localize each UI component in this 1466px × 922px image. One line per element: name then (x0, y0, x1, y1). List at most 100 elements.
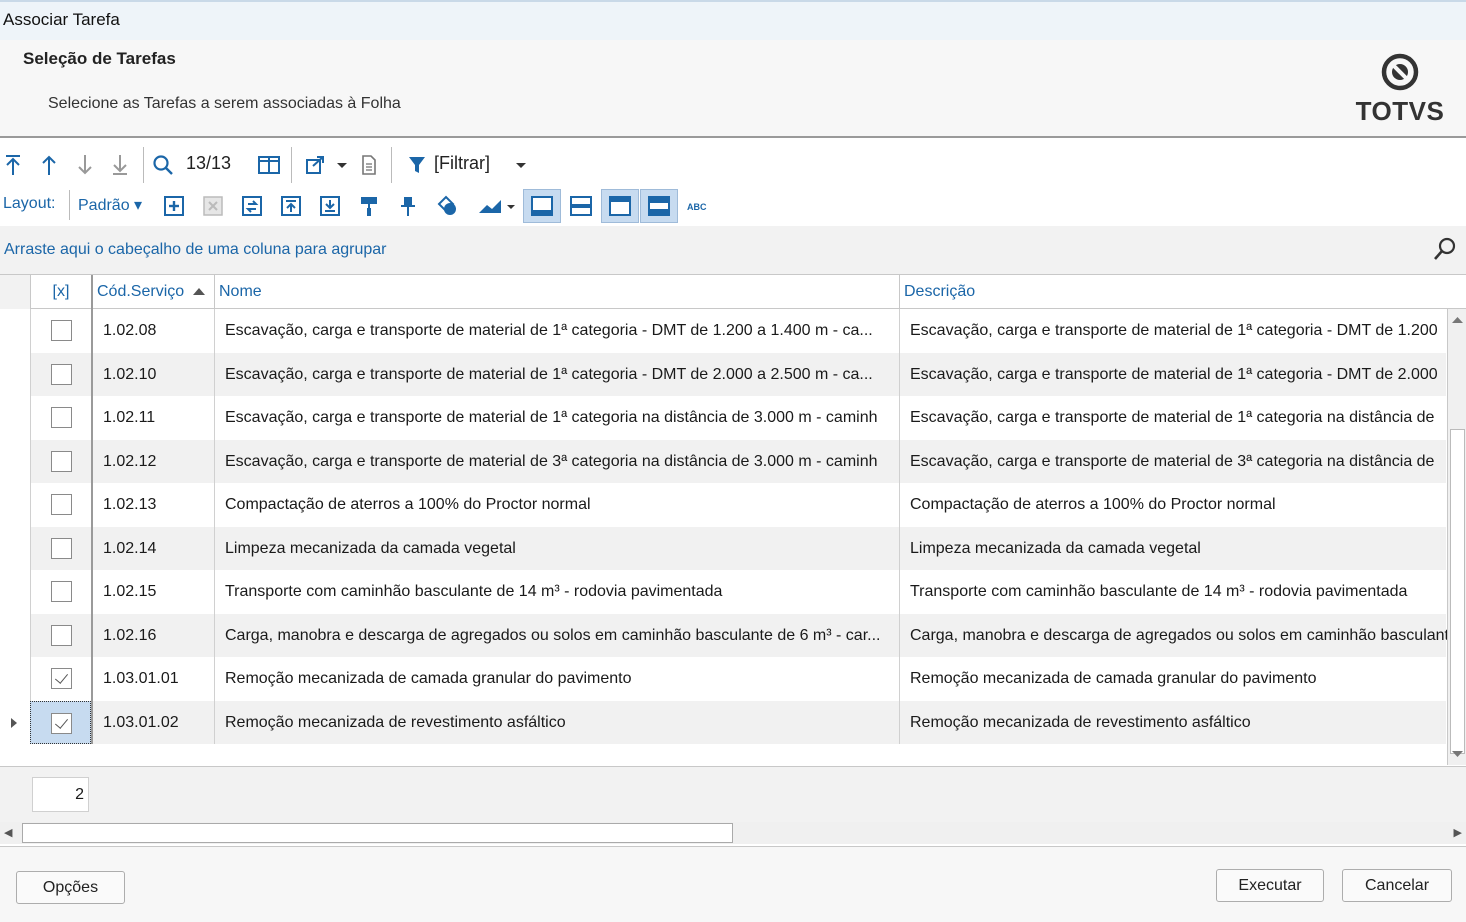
toolbar-divider (143, 147, 144, 183)
row-indicator (0, 396, 30, 440)
table-row[interactable]: 1.02.08 Escavação, carga e transporte de … (0, 309, 1446, 353)
search-icon[interactable] (150, 148, 176, 182)
row-select-cell[interactable] (30, 700, 91, 744)
table-row[interactable]: 1.02.12 Escavação, carga e transporte de … (0, 439, 1446, 483)
table-row[interactable]: 1.02.16 Carga, manobra e descarga de agre… (0, 613, 1447, 657)
row-checkbox[interactable] (51, 537, 72, 559)
row-checkbox[interactable] (51, 668, 72, 689)
previous-record-icon[interactable] (38, 148, 60, 182)
vertical-scrollbar[interactable] (1447, 309, 1466, 765)
move-up-icon[interactable] (276, 189, 306, 223)
row-select-cell[interactable] (30, 570, 91, 614)
row-select-cell[interactable] (30, 483, 91, 527)
grid-header: [x] Cód.Serviço Nome Descrição (0, 275, 1466, 309)
row-checkbox[interactable] (51, 363, 72, 385)
filter-button[interactable]: [Filtrar] (434, 153, 490, 174)
column-header-check[interactable]: [x] (30, 275, 91, 309)
chart-dropdown-icon[interactable] (476, 189, 518, 223)
toolbar-divider (69, 190, 70, 220)
cell-description: Escavação, carga e transporte de materia… (899, 396, 1447, 440)
cell-code: 1.02.10 (91, 352, 214, 396)
tasks-grid: [x] Cód.Serviço Nome Descrição 1.02.08 Es… (0, 274, 1466, 766)
row-select-cell[interactable] (30, 439, 91, 483)
row-indicator (0, 657, 30, 701)
row-indicator (0, 309, 30, 353)
column-header-code[interactable]: Cód.Serviço (91, 275, 214, 309)
layout-middle-toggle[interactable] (562, 189, 600, 223)
last-record-icon[interactable] (109, 148, 131, 182)
first-record-icon[interactable] (2, 148, 24, 182)
row-indicator (0, 700, 30, 744)
cell-description: Remoção mecanizada de revestimento asfál… (899, 700, 1447, 744)
layout-select[interactable]: Padrão ▾ (78, 195, 142, 215)
cell-name: Carga, manobra e descarga de agregados o… (214, 613, 899, 657)
horizontal-scrollbar[interactable]: ◀ ▶ (0, 822, 1466, 844)
row-checkbox[interactable] (51, 450, 72, 472)
row-select-cell[interactable] (30, 526, 91, 570)
layout-top-toggle[interactable] (601, 189, 639, 223)
export-dropdown-icon[interactable] (302, 148, 350, 182)
group-by-panel[interactable]: Arraste aqui o cabeçalho de uma coluna p… (0, 226, 1466, 274)
window-title: Associar Tarefa (3, 10, 120, 29)
row-select-cell[interactable] (30, 657, 91, 701)
row-checkbox[interactable] (51, 712, 72, 734)
table-row[interactable]: 1.02.15 Transporte com caminhão basculant… (0, 570, 1446, 614)
toolbar-divider (391, 147, 392, 183)
columns-icon[interactable] (255, 148, 283, 182)
table-row[interactable]: 1.02.11 Escavação, carga e transporte de … (0, 396, 1446, 440)
filter-icon[interactable] (405, 148, 429, 182)
cancel-button[interactable]: Cancelar (1342, 869, 1452, 902)
cell-code: 1.02.11 (91, 396, 214, 440)
add-icon[interactable] (159, 189, 189, 223)
document-icon[interactable] (358, 148, 380, 182)
row-select-cell[interactable] (30, 613, 91, 657)
table-row[interactable]: 1.03.01.02 Remoção mecanizada de revestim… (0, 700, 1447, 744)
paint-roller-icon[interactable] (354, 189, 384, 223)
horizontal-scroll-thumb[interactable] (22, 823, 733, 843)
row-indicator-header (0, 275, 30, 309)
scroll-left-icon[interactable]: ◀ (4, 826, 12, 839)
move-down-icon[interactable] (315, 189, 345, 223)
row-checkbox[interactable] (51, 581, 72, 602)
filter-dropdown-icon[interactable] (512, 148, 530, 182)
row-indicator (0, 439, 30, 483)
row-select-cell[interactable] (30, 309, 91, 353)
search-icon[interactable] (1432, 236, 1458, 262)
row-select-cell[interactable] (30, 352, 91, 396)
navigation-toolbar: 13/13 [Filtrar] (0, 145, 1466, 185)
scroll-right-icon[interactable]: ▶ (1454, 826, 1462, 839)
table-row[interactable]: 1.03.01.01 Remoção mecanizada de camada g… (0, 657, 1446, 701)
swap-icon[interactable] (237, 189, 267, 223)
row-select-cell[interactable] (30, 396, 91, 440)
cell-description: Carga, manobra e descarga de agregados o… (899, 613, 1447, 657)
scroll-up-icon[interactable] (1449, 313, 1466, 327)
row-checkbox[interactable] (51, 494, 72, 515)
pin-icon[interactable] (393, 189, 423, 223)
column-header-description[interactable]: Descrição (899, 275, 1447, 309)
fill-color-icon[interactable] (432, 189, 462, 223)
next-record-icon[interactable] (74, 148, 96, 182)
layout-split-toggle[interactable] (640, 189, 678, 223)
row-checkbox[interactable] (51, 320, 72, 341)
table-row[interactable]: 1.02.13 Compactação de aterros a 100% do … (0, 483, 1446, 527)
row-checkbox[interactable] (51, 624, 72, 646)
scroll-down-icon[interactable] (1449, 747, 1466, 761)
spellcheck-icon[interactable]: ABC (684, 189, 714, 223)
vertical-scroll-thumb[interactable] (1450, 429, 1465, 754)
cell-description: Compactação de aterros a 100% do Proctor… (899, 483, 1447, 527)
cell-name: Escavação, carga e transporte de materia… (214, 309, 899, 353)
options-button[interactable]: Opções (16, 871, 125, 904)
layout-bottom-toggle[interactable] (523, 189, 561, 223)
cell-code: 1.02.08 (91, 309, 214, 353)
row-checkbox[interactable] (51, 407, 72, 428)
window-titlebar: Associar Tarefa (0, 0, 1466, 40)
cell-description: Escavação, carga e transporte de materia… (899, 309, 1447, 353)
cell-description: Transporte com caminhão basculante de 14… (899, 570, 1447, 614)
table-row[interactable]: 1.02.14 Limpeza mecanizada da camada vege… (0, 526, 1446, 570)
current-row-icon (11, 717, 17, 728)
cell-name: Remoção mecanizada de revestimento asfál… (214, 700, 899, 744)
table-row[interactable]: 1.02.10 Escavação, carga e transporte de … (0, 352, 1446, 396)
delete-icon[interactable] (198, 189, 228, 223)
execute-button[interactable]: Executar (1216, 869, 1324, 902)
column-header-name[interactable]: Nome (214, 275, 899, 309)
